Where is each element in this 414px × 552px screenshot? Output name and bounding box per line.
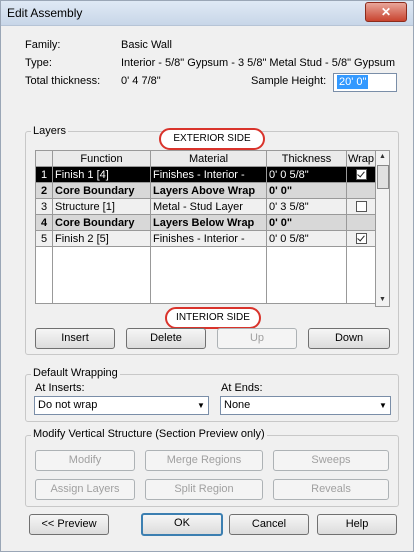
layers-scrollbar[interactable]: ▲ ▼ [375, 150, 390, 307]
split-region-button[interactable]: Split Region [145, 479, 263, 500]
row-number[interactable]: 2 [35, 182, 53, 199]
wrap-checkbox[interactable] [355, 233, 367, 245]
function-cell[interactable]: Structure [1] [52, 198, 151, 215]
family-value: Basic Wall [121, 39, 172, 51]
type-value: Interior - 5/8" Gypsum - 3 5/8" Metal St… [121, 57, 395, 69]
function-cell[interactable]: Finish 2 [5] [52, 230, 151, 247]
sample-height-input[interactable]: 20' 0" [333, 73, 397, 92]
wrap-cell [346, 214, 376, 231]
assign-layers-button[interactable]: Assign Layers [35, 479, 135, 500]
modify-structure-title: Modify Vertical Structure (Section Previ… [31, 428, 267, 440]
at-ends-label: At Ends: [221, 382, 263, 394]
exterior-side-label: EXTERIOR SIDE [159, 128, 265, 150]
material-cell: Layers Below Wrap [150, 214, 267, 231]
layers-table: Function Material Thickness Wrap 1 Finis… [35, 150, 376, 304]
close-button[interactable]: ✕ [365, 2, 407, 22]
at-inserts-value: Do not wrap [38, 399, 98, 411]
sample-height-value: 20' 0" [337, 75, 369, 89]
help-button[interactable]: Help [317, 514, 397, 535]
wrap-cell [346, 166, 376, 183]
sweeps-button[interactable]: Sweeps [273, 450, 389, 471]
reveals-button[interactable]: Reveals [273, 479, 389, 500]
column-header-thickness[interactable]: Thickness [266, 150, 347, 167]
function-cell: Core Boundary [52, 214, 151, 231]
row-number[interactable]: 4 [35, 214, 53, 231]
delete-button[interactable]: Delete [126, 328, 206, 349]
row-number[interactable]: 3 [35, 198, 53, 215]
column-header-function[interactable]: Function [52, 150, 151, 167]
wrap-cell [346, 230, 376, 247]
merge-regions-button[interactable]: Merge Regions [145, 450, 263, 471]
at-inserts-dropdown[interactable]: Do not wrap ▼ [34, 396, 209, 415]
column-header-material[interactable]: Material [150, 150, 267, 167]
ok-button[interactable]: OK [141, 513, 223, 536]
chevron-down-icon: ▼ [379, 401, 387, 410]
layers-header-row: Function Material Thickness Wrap [35, 150, 376, 167]
material-cell[interactable]: Finishes - Interior - [150, 166, 267, 183]
edit-assembly-dialog: Edit Assembly ✕ Family: Basic Wall Type:… [0, 0, 414, 552]
modify-button[interactable]: Modify [35, 450, 135, 471]
thickness-cell[interactable]: 0' 3 5/8" [266, 198, 347, 215]
column-header-number [35, 150, 53, 167]
at-inserts-label: At Inserts: [35, 382, 85, 394]
function-cell[interactable]: Finish 1 [4] [52, 166, 151, 183]
scroll-up-icon[interactable]: ▲ [376, 151, 389, 163]
at-ends-dropdown[interactable]: None ▼ [220, 396, 391, 415]
title-bar: Edit Assembly ✕ [1, 1, 413, 26]
thickness-cell[interactable]: 0' 0 5/8" [266, 230, 347, 247]
wrap-checkbox[interactable] [355, 201, 367, 213]
thickness-cell: 0' 0" [266, 214, 347, 231]
scroll-down-icon[interactable]: ▼ [376, 294, 389, 306]
table-row[interactable]: 2 Core Boundary Layers Above Wrap 0' 0" [35, 182, 376, 199]
total-thickness-label: Total thickness: [25, 75, 101, 87]
wrap-cell [346, 198, 376, 215]
row-number[interactable]: 1 [35, 166, 53, 183]
layers-group-title: Layers [31, 125, 69, 137]
chevron-down-icon: ▼ [197, 401, 205, 410]
family-label: Family: [25, 39, 61, 51]
default-wrapping-title: Default Wrapping [31, 367, 120, 379]
scrollbar-thumb[interactable] [377, 165, 389, 189]
down-button[interactable]: Down [308, 328, 390, 349]
wrap-cell [346, 182, 376, 199]
table-empty-row [35, 246, 376, 304]
insert-button[interactable]: Insert [35, 328, 115, 349]
cancel-button[interactable]: Cancel [229, 514, 309, 535]
table-row[interactable]: 4 Core Boundary Layers Below Wrap 0' 0" [35, 214, 376, 231]
preview-button[interactable]: << Preview [29, 514, 109, 535]
window-title: Edit Assembly [7, 6, 83, 20]
material-cell: Layers Above Wrap [150, 182, 267, 199]
table-row[interactable]: 5 Finish 2 [5] Finishes - Interior - 0' … [35, 230, 376, 247]
up-button[interactable]: Up [217, 328, 297, 349]
function-cell: Core Boundary [52, 182, 151, 199]
wrap-checkbox[interactable] [355, 169, 367, 181]
table-row[interactable]: 3 Structure [1] Metal - Stud Layer 0' 3 … [35, 198, 376, 215]
interior-side-label: INTERIOR SIDE [165, 307, 261, 329]
row-number[interactable]: 5 [35, 230, 53, 247]
sample-height-label: Sample Height: [251, 75, 327, 87]
thickness-cell: 0' 0" [266, 182, 347, 199]
material-cell[interactable]: Finishes - Interior - [150, 230, 267, 247]
column-header-wrap[interactable]: Wrap [346, 150, 376, 167]
type-label: Type: [25, 57, 52, 69]
at-ends-value: None [224, 399, 251, 411]
thickness-cell[interactable]: 0' 0 5/8" [266, 166, 347, 183]
total-thickness-value: 0' 4 7/8" [121, 75, 161, 87]
table-row[interactable]: 1 Finish 1 [4] Finishes - Interior - 0' … [35, 166, 376, 183]
material-cell[interactable]: Metal - Stud Layer [150, 198, 267, 215]
